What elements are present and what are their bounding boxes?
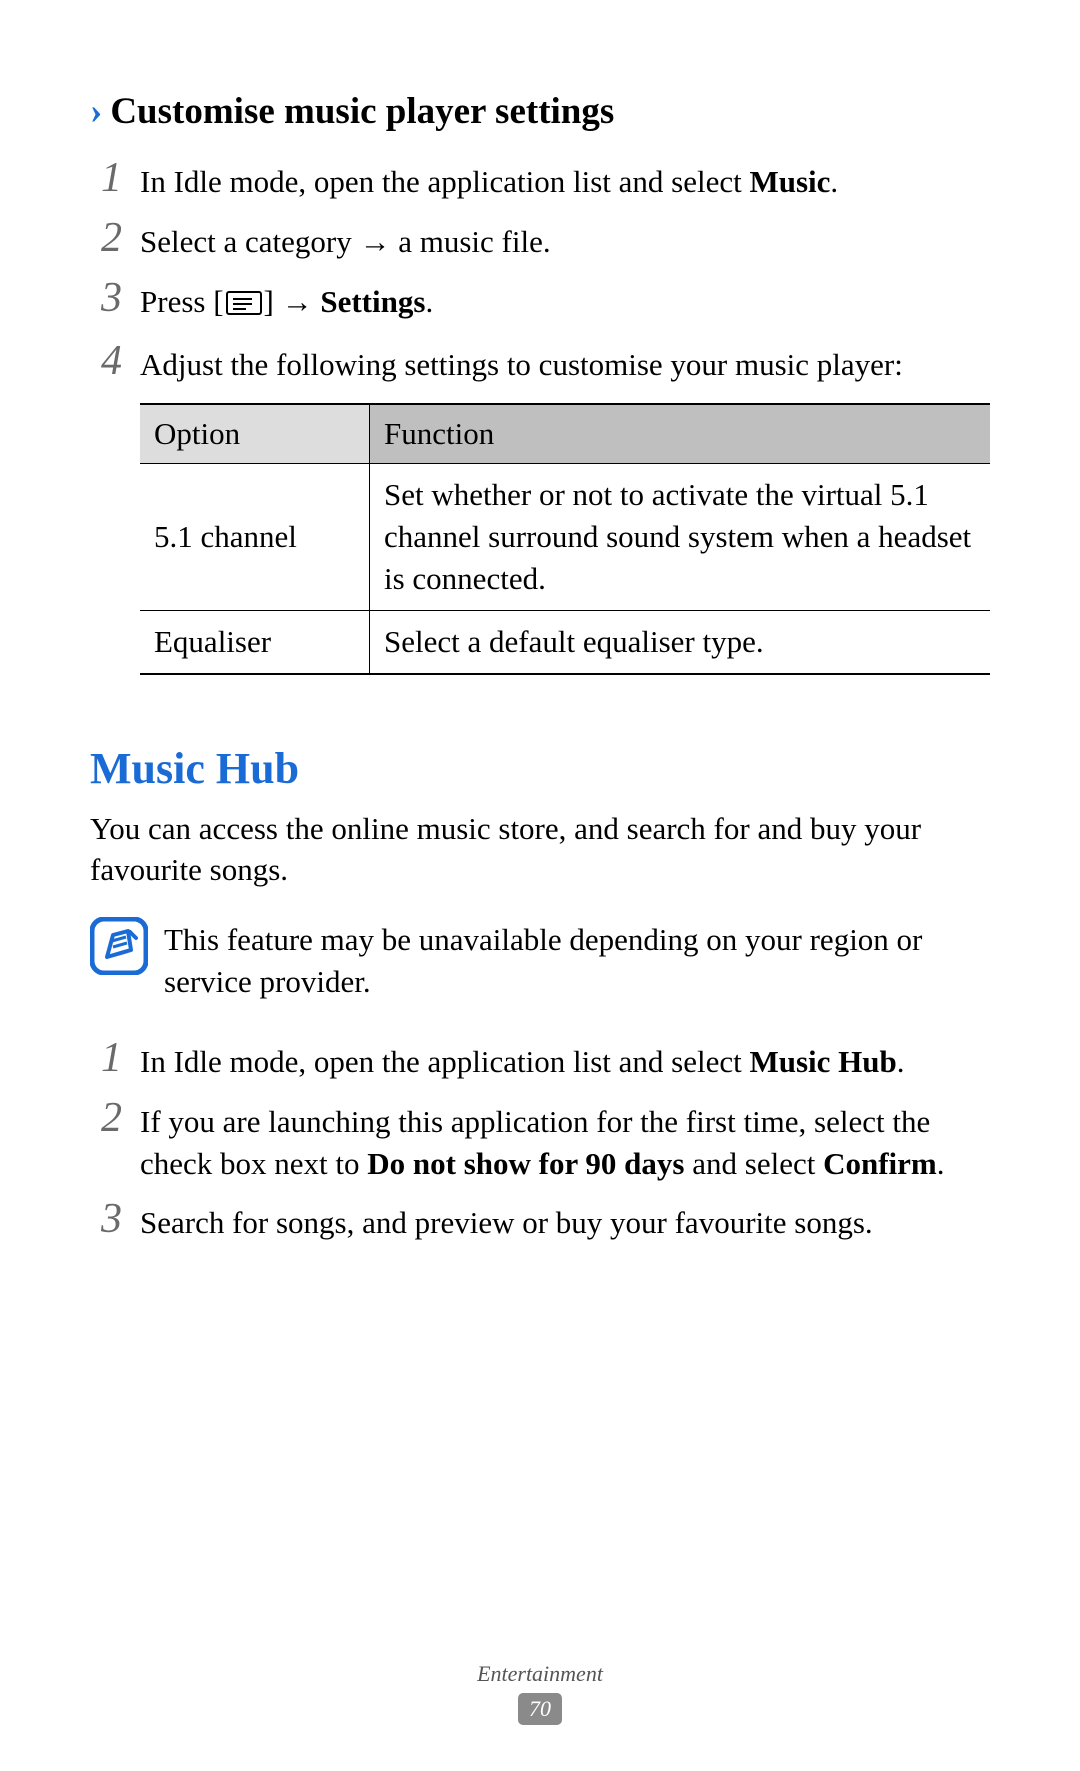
note-box: This feature may be unavailable dependin…	[90, 917, 990, 1003]
table-row: 5.1 channel Set whether or not to activa…	[140, 464, 990, 611]
step-1: 1 In Idle mode, open the application lis…	[90, 1037, 990, 1083]
heading-text: Customise music player settings	[110, 90, 614, 133]
step-1: 1 In Idle mode, open the application lis…	[90, 157, 990, 203]
table-cell-option: 5.1 channel	[140, 464, 370, 611]
step-number: 3	[90, 1198, 122, 1240]
note-text: This feature may be unavailable dependin…	[164, 917, 990, 1003]
step-4: 4 Adjust the following settings to custo…	[90, 340, 990, 675]
section-heading: › Customise music player settings	[90, 90, 990, 133]
note-icon	[90, 917, 148, 975]
menu-icon	[226, 284, 262, 326]
step-3: 3 Search for songs, and preview or buy y…	[90, 1198, 990, 1244]
step-number: 2	[90, 1097, 122, 1139]
section-music-hub: Music Hub You can access the online musi…	[90, 743, 990, 1245]
step-number: 1	[90, 157, 122, 199]
step-2: 2 If you are launching this application …	[90, 1097, 990, 1185]
table-row: Equaliser Select a default equaliser typ…	[140, 610, 990, 673]
chevron-icon: ›	[90, 90, 102, 133]
step-text: In Idle mode, open the application list …	[140, 1037, 990, 1083]
step-3: 3 Press [] → Settings.	[90, 277, 990, 326]
step-text: In Idle mode, open the application list …	[140, 157, 990, 203]
step-text: Select a category → a music file.	[140, 217, 990, 263]
step-list-2: 1 In Idle mode, open the application lis…	[90, 1037, 990, 1244]
step-text: Press [] → Settings.	[140, 277, 990, 326]
step-number: 3	[90, 277, 122, 319]
page-number: 70	[518, 1693, 562, 1725]
table-header-function: Function	[370, 404, 991, 463]
step-2: 2 Select a category → a music file.	[90, 217, 990, 263]
table-cell-function: Set whether or not to activate the virtu…	[370, 464, 991, 611]
footer-category: Entertainment	[0, 1661, 1080, 1687]
section-customise: › Customise music player settings 1 In I…	[90, 90, 990, 675]
page-footer: Entertainment 70	[0, 1661, 1080, 1725]
table-cell-option: Equaliser	[140, 610, 370, 673]
step-text: Search for songs, and preview or buy you…	[140, 1198, 990, 1244]
step-text: If you are launching this application fo…	[140, 1097, 990, 1185]
step-number: 4	[90, 340, 122, 382]
step-list-1: 1 In Idle mode, open the application lis…	[90, 157, 990, 675]
intro-text: You can access the online music store, a…	[90, 808, 990, 892]
settings-table: Option Function 5.1 channel Set whether …	[140, 403, 990, 674]
table-header-option: Option	[140, 404, 370, 463]
table-cell-function: Select a default equaliser type.	[370, 610, 991, 673]
step-text: Adjust the following settings to customi…	[140, 340, 990, 675]
step-number: 2	[90, 217, 122, 259]
main-heading: Music Hub	[90, 743, 990, 794]
step-number: 1	[90, 1037, 122, 1079]
